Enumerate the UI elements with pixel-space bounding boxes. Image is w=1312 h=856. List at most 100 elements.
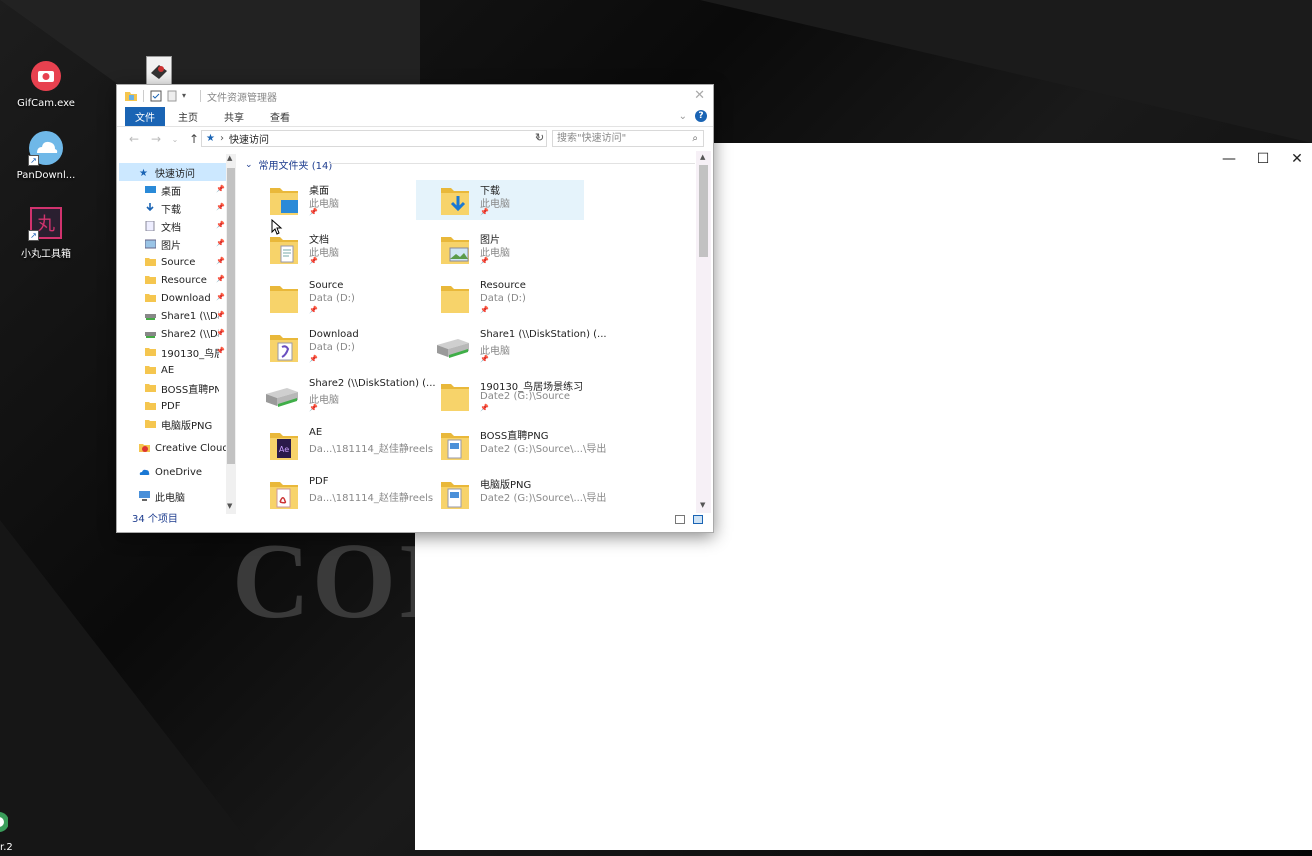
folder-icon	[145, 419, 156, 429]
scroll-down-icon[interactable]: ▼	[227, 502, 232, 510]
group-header[interactable]: ⌄ 常用文件夹 (14)	[245, 157, 332, 173]
pin-icon[interactable]: 📌	[216, 275, 225, 283]
pictures-icon	[144, 239, 157, 249]
pin-icon[interactable]: 📌	[216, 239, 225, 247]
pin-icon[interactable]: 📌	[216, 347, 225, 355]
customize-quick-access-icon[interactable]: ▾	[182, 90, 194, 102]
details-view-icon[interactable]	[675, 515, 685, 524]
content-scrollbar[interactable]: ▲ ▼	[696, 151, 711, 513]
folder-tile[interactable]: 190130_鸟居场景练习 Date2 (G:)\Source 📌	[416, 376, 584, 416]
desktop-file-icon[interactable]	[146, 56, 172, 86]
tile-location: Date2 (G:)\Source\...\导出	[480, 493, 607, 504]
pin-icon[interactable]: 📌	[216, 311, 225, 319]
desktop-icon-pandownload[interactable]: ↗ PanDownl...	[8, 130, 84, 181]
address-row: ← → ⌄ ↑ ★ › 快速访问 ⌄ ↻ 搜索"快速访问" ⌕	[117, 128, 713, 150]
scroll-up-icon[interactable]: ▲	[700, 153, 705, 161]
nav-item-label: PDF	[161, 400, 181, 412]
ribbon-tabs: 文件 主页 共享 查看 ⌄ ?	[117, 107, 713, 127]
folder-tile[interactable]: Resource Data (D:) 📌	[416, 278, 584, 318]
folder-tile[interactable]: Ae AE Da...\181114_赵佳静reels	[245, 425, 433, 465]
search-icon: ⌕	[692, 133, 698, 144]
tab-view[interactable]: 查看	[257, 107, 303, 126]
nav-item[interactable]: OneDrive	[119, 463, 227, 481]
nav-item[interactable]: Source 📌	[119, 253, 227, 271]
new-folder-quick-icon[interactable]	[166, 90, 178, 102]
maximize-button[interactable]: ☐	[1246, 149, 1280, 169]
mouse-cursor-icon	[271, 218, 283, 235]
tab-home[interactable]: 主页	[165, 107, 211, 126]
folder-tile[interactable]: 下载 此电脑 📌	[416, 180, 584, 220]
help-icon[interactable]: ?	[695, 110, 707, 122]
folder-app-icon[interactable]	[125, 90, 137, 102]
pin-icon[interactable]: 📌	[216, 257, 225, 265]
scroll-down-icon[interactable]: ▼	[700, 501, 705, 509]
folder-tile[interactable]: 电脑版PNG Date2 (G:)\Source\...\导出	[416, 474, 606, 514]
gifcam-icon	[28, 58, 64, 94]
scroll-thumb[interactable]	[699, 165, 708, 257]
tile-location: Data (D:)	[480, 293, 526, 304]
pdf-folder-icon	[269, 478, 299, 510]
back-arrow-icon[interactable]: ←	[127, 132, 141, 146]
folder-tile[interactable]: Share1 (\\DiskStation) (... 此电脑 📌	[416, 327, 607, 367]
nav-item[interactable]: Download 📌	[119, 289, 227, 307]
close-button[interactable]: ✕	[1280, 149, 1312, 169]
nav-item[interactable]: 下载 📌	[119, 199, 227, 217]
nav-item[interactable]: 此电脑	[119, 487, 227, 505]
maruko-toolbox-icon: 丸 ↗	[28, 205, 64, 241]
folder-tile[interactable]: Source Data (D:) 📌	[245, 278, 413, 318]
folder-tile[interactable]: Share2 (\\DiskStation) (... 此电脑 📌	[245, 376, 436, 416]
nav-item[interactable]: PDF	[119, 397, 227, 415]
shortcut-arrow-icon: ↗	[28, 155, 39, 166]
scroll-up-icon[interactable]: ▲	[227, 154, 232, 162]
nav-item[interactable]: AE	[119, 361, 227, 379]
large-icons-view-icon[interactable]	[693, 515, 703, 524]
nav-item[interactable]: Creative Cloud F	[119, 439, 227, 457]
minimize-button[interactable]: —	[1212, 149, 1246, 169]
nav-item-label: 图片	[161, 240, 181, 252]
nav-item-label: 桌面	[161, 186, 181, 198]
tab-file[interactable]: 文件	[125, 107, 165, 126]
folder-tile[interactable]: PDF Da...\181114_赵佳静reels	[245, 474, 433, 514]
nav-item-label: 190130_鸟居	[161, 348, 219, 360]
nav-item[interactable]: Share1 (\\Dis📌	[119, 307, 227, 325]
forward-arrow-icon[interactable]: →	[149, 132, 163, 146]
refresh-icon[interactable]: ↻	[535, 131, 544, 144]
pin-icon: 📌	[480, 404, 489, 412]
close-icon[interactable]: ✕	[694, 88, 705, 103]
pin-icon[interactable]: 📌	[216, 293, 225, 301]
nav-item[interactable]: 文档 📌	[119, 217, 227, 235]
pin-icon[interactable]: 📌	[216, 221, 225, 229]
pin-icon[interactable]: 📌	[216, 203, 225, 211]
nav-item[interactable]: Resource 📌	[119, 271, 227, 289]
desktop-icon-gifcam[interactable]: GifCam.exe	[8, 58, 84, 109]
folder-tile[interactable]: 图片 此电脑 📌	[416, 229, 584, 269]
nav-item[interactable]: 图片 📌	[119, 235, 227, 253]
nav-item[interactable]: ★ 快速访问	[119, 163, 227, 181]
pin-icon: 📌	[480, 306, 489, 314]
nav-item[interactable]: 桌面 📌	[119, 181, 227, 199]
search-input[interactable]: 搜索"快速访问" ⌕	[552, 130, 704, 147]
downloads-folder-icon	[440, 184, 470, 216]
folder-tile[interactable]: BOSS直聘PNG Date2 (G:)\Source\...\导出	[416, 425, 606, 465]
folder-tile[interactable]: Download Data (D:) 📌	[245, 327, 413, 367]
tab-share[interactable]: 共享	[211, 107, 257, 126]
nav-item[interactable]: Share2 (\\Dis📌	[119, 325, 227, 343]
properties-quick-icon[interactable]	[150, 90, 162, 102]
pin-icon: 📌	[309, 306, 318, 314]
this-pc-icon	[139, 491, 150, 501]
folder-tile[interactable]: 桌面 此电脑 📌	[245, 180, 413, 220]
nav-pane-scrollbar[interactable]: ▲ ▼	[226, 154, 236, 514]
scroll-thumb[interactable]	[227, 168, 235, 464]
nav-item-label: Share1 (\\Dis	[161, 310, 219, 322]
pin-icon[interactable]: 📌	[216, 185, 225, 193]
nav-item[interactable]: BOSS直聘PNG	[119, 379, 227, 397]
nav-item[interactable]: 190130_鸟居 📌	[119, 343, 227, 361]
pin-icon[interactable]: 📌	[216, 329, 225, 337]
desktop-partial-icon[interactable]	[0, 810, 9, 836]
up-arrow-icon[interactable]: ↑	[187, 132, 201, 146]
recent-locations-icon[interactable]: ⌄	[171, 135, 179, 144]
address-bar[interactable]: ★ › 快速访问 ⌄	[201, 130, 547, 147]
desktop-icon-maruko[interactable]: 丸 ↗ 小丸工具箱	[8, 205, 84, 260]
nav-item[interactable]: 电脑版PNG	[119, 415, 227, 433]
expand-ribbon-icon[interactable]: ⌄	[679, 111, 687, 122]
